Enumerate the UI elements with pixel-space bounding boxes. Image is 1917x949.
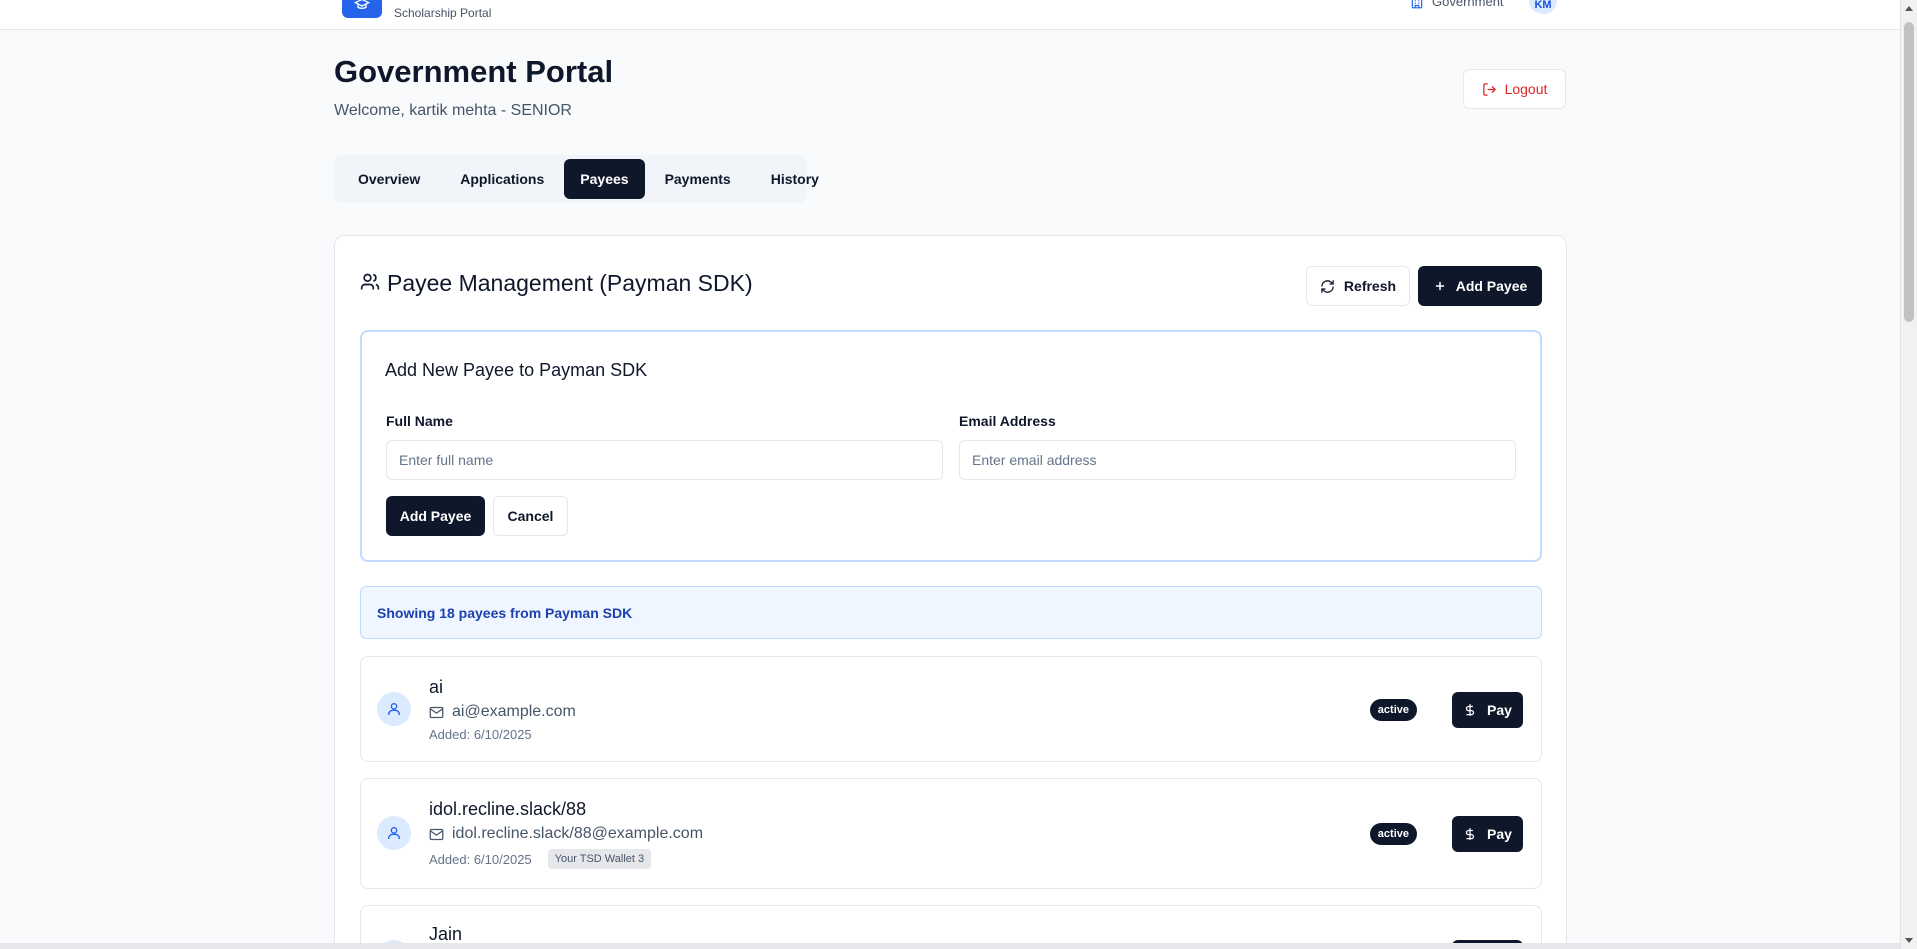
section-title: Payee Management (Payman SDK) — [387, 270, 753, 296]
logout-label: Logout — [1504, 81, 1548, 97]
app-logo[interactable] — [342, 0, 382, 18]
payee-email-text: ai@example.com — [452, 703, 576, 720]
refresh-label: Refresh — [1343, 278, 1397, 294]
email-label: Email Address — [959, 413, 1056, 429]
scroll-up-arrow-icon[interactable] — [1905, 6, 1913, 11]
welcome-text: Welcome, kartik mehta - SENIOR — [334, 102, 572, 119]
payee-email: idol.recline.slack/88@example.com — [429, 825, 703, 843]
tab-history[interactable]: History — [751, 159, 839, 199]
graduation-cap-icon — [354, 0, 370, 9]
tab-payees[interactable]: Payees — [564, 159, 645, 199]
payee-row: ai ai@example.com Added: 6/10/2025 activ… — [360, 656, 1542, 762]
mail-icon — [429, 706, 444, 718]
payee-added-date: Added: 6/10/2025 Your TSD Wallet 3 — [429, 849, 652, 869]
dollar-icon — [1465, 828, 1475, 840]
cancel-button[interactable]: Cancel — [493, 496, 568, 536]
user-icon — [388, 827, 400, 839]
payee-avatar — [377, 692, 411, 726]
pay-button[interactable]: Pay — [1452, 816, 1523, 852]
payee-count-banner: Showing 18 payees from Payman SDK — [360, 586, 1542, 639]
add-payee-label: Add Payee — [1455, 278, 1528, 294]
payee-name: idol.recline.slack/88 — [429, 799, 587, 819]
page-scrollbar[interactable] — [1900, 0, 1917, 949]
building-icon — [1411, 0, 1423, 8]
refresh-button[interactable]: Refresh — [1306, 266, 1410, 306]
submit-add-payee-button[interactable]: Add Payee — [386, 496, 485, 536]
pay-label: Pay — [1487, 826, 1512, 842]
form-title: Add New Payee to Payman SDK — [385, 360, 648, 380]
pay-label: Pay — [1487, 702, 1512, 718]
user-icon — [388, 703, 400, 715]
plus-icon — [1435, 281, 1444, 291]
tab-list: Overview Applications Payees Payments Hi… — [334, 155, 819, 203]
payee-avatar — [377, 816, 411, 850]
status-badge: active — [1369, 823, 1417, 845]
logo-subtitle: Scholarship Portal — [394, 6, 492, 20]
status-badge: active — [1369, 699, 1417, 721]
payee-name: ai — [429, 677, 444, 697]
logout-button[interactable]: Logout — [1463, 69, 1566, 109]
add-payee-button[interactable]: Add Payee — [1418, 266, 1542, 306]
dollar-icon — [1465, 704, 1475, 716]
email-input[interactable] — [959, 440, 1516, 480]
added-date-text: Added: 6/10/2025 — [429, 727, 532, 742]
payee-email: ai@example.com — [429, 703, 576, 721]
payee-row: idol.recline.slack/88 idol.recline.slack… — [360, 778, 1542, 889]
scroll-down-arrow-icon[interactable] — [1905, 938, 1913, 943]
full-name-input[interactable] — [386, 440, 943, 480]
tab-applications[interactable]: Applications — [440, 159, 564, 199]
window-bottom-edge — [0, 943, 1900, 949]
users-icon — [360, 273, 380, 290]
pay-button[interactable]: Pay — [1452, 692, 1523, 728]
wallet-tag: Your TSD Wallet 3 — [547, 849, 652, 869]
tab-overview[interactable]: Overview — [338, 159, 440, 199]
role-indicator: Government — [1410, 0, 1504, 9]
mail-icon — [429, 828, 444, 840]
full-name-label: Full Name — [386, 413, 453, 429]
tab-payments[interactable]: Payments — [645, 159, 751, 199]
payee-added-date: Added: 6/10/2025 — [429, 727, 532, 742]
payee-email-text: idol.recline.slack/88@example.com — [452, 825, 704, 842]
role-label: Government — [1432, 0, 1504, 9]
added-date-text: Added: 6/10/2025 — [429, 851, 532, 867]
logout-icon — [1482, 82, 1496, 96]
user-avatar[interactable]: KM — [1529, 0, 1557, 14]
scroll-thumb[interactable] — [1904, 22, 1914, 322]
payee-name: Jain — [429, 924, 463, 944]
page-title: Government Portal — [334, 54, 614, 89]
top-navbar: Scholarship Portal Government KM — [0, 0, 1900, 30]
refresh-icon — [1321, 279, 1334, 293]
